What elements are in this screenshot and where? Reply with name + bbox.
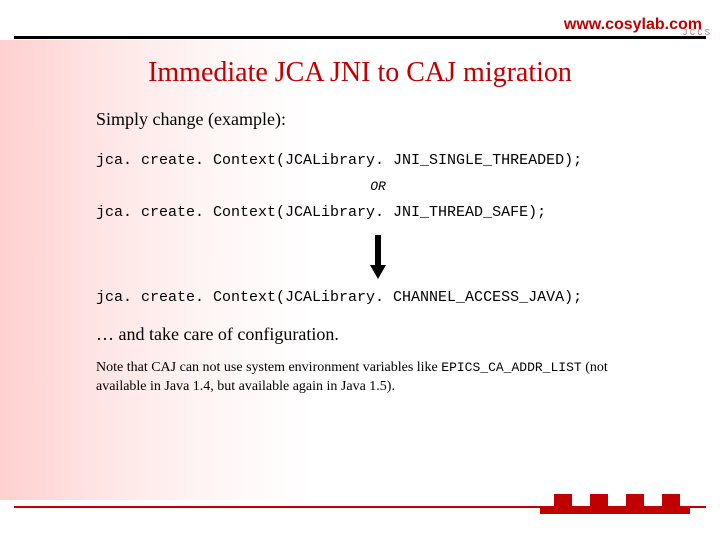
- slide-title: Immediate JCA JNI to CAJ migration: [60, 57, 660, 89]
- outro-text: … and take care of configuration.: [96, 324, 660, 345]
- arrow-down-icon: [96, 235, 660, 279]
- crenellation-icon: [540, 494, 690, 514]
- or-label: OR: [96, 179, 660, 194]
- note-pre: Note that CAJ can not use system environ…: [96, 360, 441, 375]
- intro-text: Simply change (example):: [96, 109, 660, 130]
- site-url: www.cosylab.com: [564, 16, 702, 34]
- note-env-var: EPICS_CA_ADDR_LIST: [441, 360, 581, 375]
- header: www.cosylab.com: [0, 0, 720, 34]
- code-before-2: jca. create. Context(JCALibrary. JNI_THR…: [96, 204, 660, 221]
- faint-code: JCCS: [682, 28, 712, 38]
- content-area: Immediate JCA JNI to CAJ migration Simpl…: [0, 39, 720, 397]
- code-before-1: jca. create. Context(JCALibrary. JNI_SIN…: [96, 152, 660, 169]
- code-after: jca. create. Context(JCALibrary. CHANNEL…: [96, 289, 660, 306]
- footnote: Note that CAJ can not use system environ…: [96, 359, 660, 397]
